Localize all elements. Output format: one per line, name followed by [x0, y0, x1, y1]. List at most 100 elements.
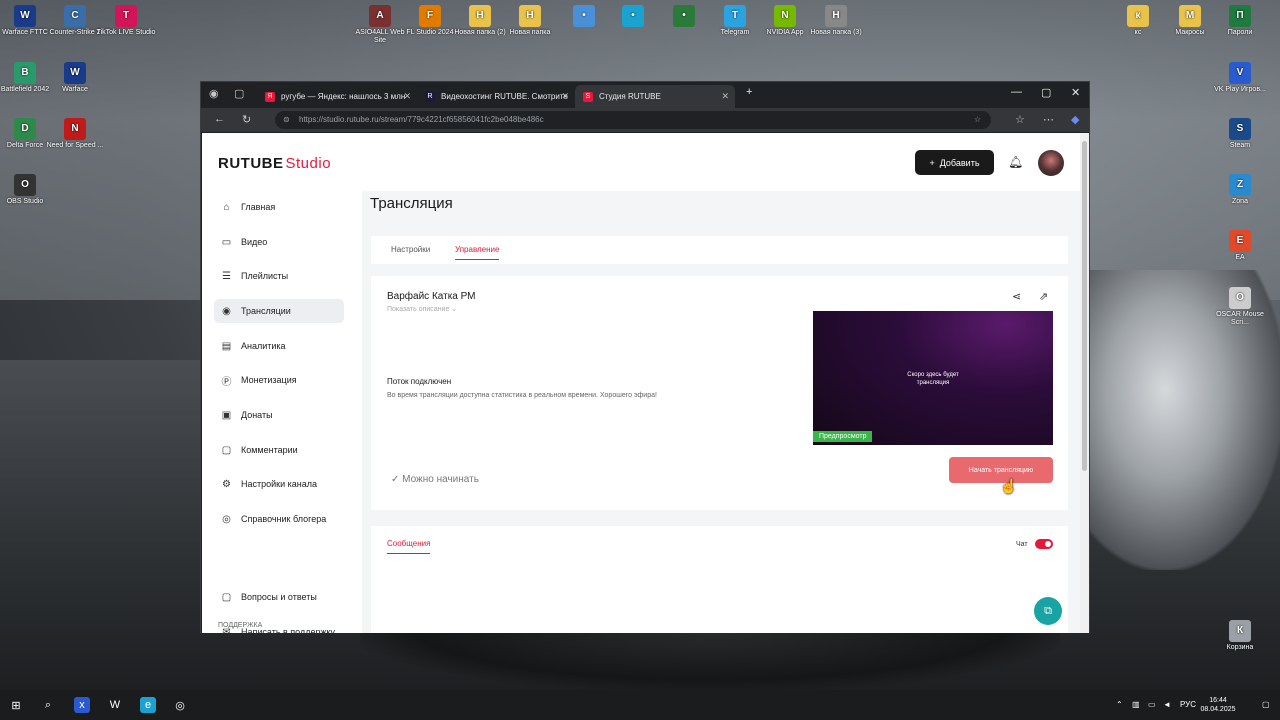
notifications-icon[interactable]: ▢ [1262, 700, 1270, 709]
browser-tab-rutube-studio[interactable]: S Студия RUTUBE ✕ [575, 85, 735, 108]
sidebar-item[interactable]: ☰ Плейлисты [214, 264, 344, 288]
stream-card: Варфайс Катка РМ Показать описание ⌄ ⋖ ⇗… [371, 276, 1068, 510]
mouse-cursor-icon: ☝ [1000, 478, 1018, 494]
bell-icon[interactable]: 🔔︎ [1008, 155, 1023, 169]
tab-bar: ◉ ▢ Я ругубе — Яндекс: нашлось 3 млн ✕ R… [201, 82, 1089, 108]
sidebar-item-label: Настройки канала [241, 479, 318, 489]
close-icon[interactable]: ✕ [721, 91, 729, 102]
close-icon[interactable]: ✕ [403, 91, 411, 102]
preview-badge: Предпросмотр [813, 431, 873, 442]
maximize-icon[interactable]: ▢ [1041, 86, 1051, 99]
scrollbar-thumb[interactable] [1082, 141, 1087, 471]
edge-icon: • [622, 5, 644, 27]
nfs-icon: N [64, 118, 86, 140]
warface-taskbar-icon[interactable]: W [107, 697, 123, 713]
sidebar-item[interactable]: ▤ Аналитика [214, 334, 344, 358]
desktop-icon[interactable]: Н Новая папка (3) [806, 5, 866, 37]
page-scrollbar[interactable] [1080, 133, 1089, 633]
close-icon[interactable]: ✕ [561, 91, 569, 102]
stream-status-title: Поток подключен [387, 377, 452, 386]
preview-text: Скоро здесь будет трансляция [907, 372, 959, 386]
edge-taskbar-icon[interactable]: e [140, 697, 156, 713]
sidebar-item[interactable]: Ⓟ Монетизация [214, 368, 344, 392]
desktop-icon[interactable]: O OBS Studio [0, 174, 55, 206]
stream-status-text: Во время трансляции доступна статистика … [387, 392, 657, 399]
volume-icon[interactable]: ◄ [1163, 700, 1171, 709]
add-button[interactable]: + Добавить [915, 150, 994, 175]
reload-icon[interactable]: ↻ [242, 113, 251, 126]
browser-tab-rutube[interactable]: R Видеохостинг RUTUBE. Смотрите ✕ [417, 85, 575, 108]
star-icon[interactable]: ☆ [974, 111, 981, 129]
tray-up-icon[interactable]: ⌃ [1116, 700, 1123, 709]
desktop-icon-label: Пароли [1227, 29, 1253, 36]
favorites-icon[interactable]: ☆ [1015, 113, 1025, 126]
sidebar-item[interactable]: ▢ Вопросы и ответы [214, 585, 344, 609]
sidebar-item[interactable]: ⚙ Настройки канала [214, 472, 344, 496]
sidebar-item[interactable]: ◎ Справочник блогера [214, 507, 344, 531]
desktop-icon[interactable]: S Steam [1210, 118, 1270, 150]
desktop-icon-label: кс [1134, 29, 1142, 36]
xbox-app-icon[interactable]: x [74, 697, 90, 713]
external-link-icon[interactable]: ⇗ [1039, 290, 1048, 303]
network-icon[interactable]: ▥ [1132, 700, 1140, 709]
help-chat-icon[interactable]: ⧉ [1034, 597, 1062, 625]
desktop-icon[interactable]: к кс [1108, 5, 1168, 37]
desktop-icon[interactable]: T TikTok LIVE Studio [96, 5, 156, 37]
desktop-icon[interactable]: O OSCAR Mouse Scri... [1210, 287, 1270, 327]
excel-icon: П [1229, 5, 1251, 27]
search-icon[interactable]: ⌕ [40, 697, 56, 713]
desktop-icon[interactable]: N Need for Speed ... [45, 118, 105, 150]
tab-management[interactable]: Управление [455, 245, 500, 260]
stream-preview: Скоро здесь будет трансляция Предпросмот… [813, 311, 1053, 445]
tab-actions-icon[interactable]: ▢ [234, 87, 244, 100]
tab-messages[interactable]: Сообщения [387, 539, 431, 554]
show-description-link[interactable]: Показать описание ⌄ [387, 305, 457, 313]
recycle-bin-icon: К [1229, 620, 1251, 642]
window-close-icon[interactable]: ✕ [1071, 86, 1080, 99]
sidebar-item[interactable]: ▣ Донаты [214, 403, 344, 427]
broadcast-icon: ◉ [222, 305, 231, 317]
copilot-icon[interactable]: ◆ [1071, 113, 1079, 126]
tiktok-icon: T [115, 5, 137, 27]
clock[interactable]: 16:44 08.04.2025 [1196, 696, 1240, 714]
music-folder-icon: Н [825, 5, 847, 27]
desktop-icon[interactable]: П Пароли [1210, 5, 1270, 37]
tab-settings[interactable]: Настройки [391, 245, 430, 254]
desktop-icon[interactable]: Н Новая папка [500, 5, 560, 37]
desktop-icon[interactable]: Z Zona [1210, 174, 1270, 206]
desktop-icon[interactable]: К Корзина [1210, 620, 1270, 652]
desktop-icon-label: OSCAR Mouse Scri... [1216, 311, 1264, 326]
back-icon[interactable]: ← [214, 113, 225, 125]
monitor-tray-icon[interactable]: ▭ [1148, 700, 1156, 709]
language-indicator[interactable]: РУС [1180, 700, 1196, 709]
sidebar-item[interactable]: ▢ Комментарии [214, 438, 344, 462]
menu-icon[interactable]: ⋯ [1043, 113, 1054, 126]
site-info-icon[interactable]: ⊜ [283, 111, 290, 129]
minimize-icon[interactable]: — [1011, 86, 1022, 98]
nvidia-icon: N [774, 5, 796, 27]
obs-taskbar-icon[interactable]: ◎ [172, 697, 188, 713]
share-icon[interactable]: ⋖ [1012, 290, 1021, 303]
sidebar-item[interactable]: ▭ Видео [214, 230, 344, 254]
avatar[interactable] [1038, 150, 1064, 176]
windows-start-icon[interactable]: ⊞ [8, 697, 24, 713]
new-tab-icon[interactable]: + [746, 86, 752, 98]
desktop-icon[interactable]: W Warface [45, 62, 105, 94]
url-field[interactable]: ⊜ https://studio.rutube.ru/stream/779c42… [275, 111, 991, 129]
fl-studio-icon: F [419, 5, 441, 27]
sidebar-item[interactable]: ⌂ Главная [214, 195, 344, 219]
obs-icon: O [14, 174, 36, 196]
warface-icon: W [14, 5, 36, 27]
home-icon: ⌂ [223, 201, 230, 213]
rutube-studio-logo[interactable]: RUTUBE Studio [218, 155, 331, 172]
browser-tab-yandex[interactable]: Я ругубе — Яндекс: нашлось 3 млн ✕ [257, 85, 417, 108]
chat-toggle[interactable] [1035, 539, 1053, 549]
desktop-icon-label: OBS Studio [6, 198, 44, 205]
desktop-icon[interactable]: V VK Play Игров... [1210, 62, 1270, 94]
oscar-icon: O [1229, 287, 1251, 309]
content-tabs: Настройки Управление [371, 236, 1068, 264]
desktop-icon[interactable]: E EA [1210, 230, 1270, 262]
browser-profile-icon[interactable]: ◉ [209, 87, 219, 100]
sidebar-item[interactable]: ◉ Трансляции [214, 299, 344, 323]
stream-title: Варфайс Катка РМ [387, 291, 476, 302]
